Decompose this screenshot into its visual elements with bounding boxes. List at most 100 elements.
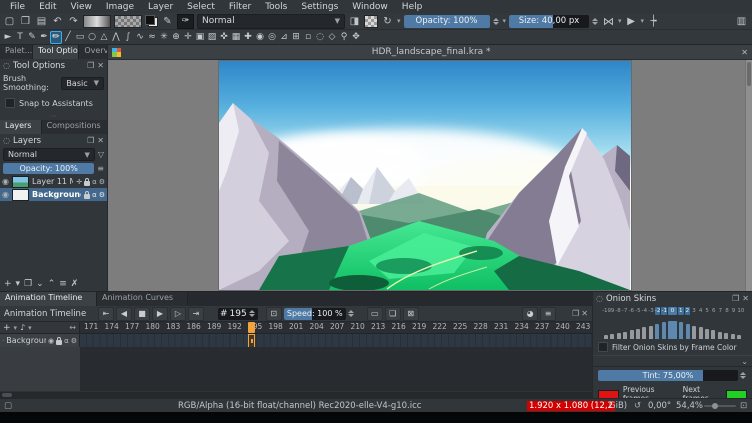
ellipse-tool[interactable]: ○ [86,31,98,44]
reload-preset-icon[interactable]: ↻ [381,15,394,28]
bezier-curve-tool[interactable]: ∫ [122,31,134,44]
opacity-slider[interactable]: Opacity: 100% [404,15,490,28]
multibrush-tool[interactable]: ✳ [158,31,170,44]
onion-offset[interactable]: -4 [642,307,648,315]
rectangular-selection-tool[interactable]: ▫ [302,31,314,44]
move-tool[interactable]: ✛ [182,31,194,44]
canvas-area[interactable] [108,60,752,291]
layer-properties-button[interactable]: ≡ [59,279,67,289]
onion-offset[interactable]: 2 [685,307,691,315]
tint-slider[interactable]: Tint: 75,00% [598,370,738,381]
current-frame-spinbox[interactable]: # 195 [218,308,258,320]
polyline-tool[interactable]: ⋀ [110,31,122,44]
menu-item[interactable]: Select [181,2,221,12]
rotation-icon[interactable]: ↺ [634,401,641,411]
eraser-mode-icon[interactable]: ◨ [348,15,361,28]
onion-offset[interactable]: -7 [622,307,628,315]
chevron-down-icon[interactable]: ▾ [397,17,401,25]
filter-icon[interactable]: ▽ [98,150,104,159]
drop-frames-icon[interactable]: ⊡ [266,307,282,321]
selection-status-icon[interactable]: ▢ [4,401,12,411]
stop-button[interactable]: ■ [134,307,150,321]
docker-lock-icon[interactable]: ◌ [596,294,603,303]
onion-opacity-slider[interactable] [649,326,653,339]
float-icon[interactable]: ❐ [87,61,94,70]
onion-offset[interactable]: -3 [648,307,654,315]
text-tool[interactable]: T [14,31,26,44]
transform-tool[interactable]: ⊕ [170,31,182,44]
onion-opacity-slider[interactable] [630,330,634,339]
snap-to-assistants-checkbox[interactable] [5,98,15,108]
move-layer-down-button[interactable]: ⌄ [36,279,44,289]
add-keyframe-button[interactable]: + [3,323,11,333]
onion-offset[interactable]: -6 [628,307,634,315]
close-icon[interactable]: ✕ [97,61,104,70]
smart-patch-tool[interactable]: ✚ [242,31,254,44]
menu-item[interactable]: Help [396,2,429,12]
layer-row-selected[interactable]: ◉ Background α⚙ [0,188,107,201]
layer-opacity-slider[interactable]: Opacity: 100% [3,163,94,174]
onion-offset[interactable]: -10 [602,307,608,315]
delete-layer-button[interactable]: ✗ [71,279,79,289]
onion-offset[interactable]: -5 [635,307,641,315]
zoom-tool[interactable]: ⚲ [338,31,350,44]
elliptical-selection-tool[interactable]: ◌ [314,31,326,44]
onion-offset[interactable]: 4 [698,307,704,315]
onion-opacity-slider[interactable] [662,322,666,339]
menu-item[interactable]: Tools [259,2,293,12]
onion-offset[interactable]: 6 [711,307,717,315]
assistants-tool[interactable]: ⊿ [278,31,290,44]
new-document-icon[interactable]: ▢ [3,15,16,28]
edit-brush-settings-icon[interactable]: ✎ [161,15,174,28]
mirror-icon[interactable]: ⋈ [602,15,615,28]
menu-item[interactable]: Settings [295,2,344,12]
onion-offset[interactable]: 10 [737,307,743,315]
gradient-tool[interactable]: ▨ [206,31,218,44]
onion-offset[interactable]: 8 [724,307,730,315]
freehand-path-tool[interactable]: ∿ [134,31,146,44]
polygon-tool[interactable]: △ [98,31,110,44]
next-frame-button[interactable]: ▷ [170,307,186,321]
pattern-chooser[interactable] [114,15,142,28]
color-sampler-tool[interactable]: ✜ [218,31,230,44]
float-icon[interactable]: ❐ [572,309,579,318]
preserve-alpha-icon[interactable] [364,15,378,28]
onion-opacity-slider[interactable] [699,327,703,339]
zoom-level-status[interactable]: 54,4% [676,401,703,411]
timeline-track-row[interactable]: · Background ◉α⚙ [0,334,592,348]
workspaces-icon[interactable]: ▥ [735,15,748,28]
canvas-image[interactable] [219,61,631,290]
brush-size-slider[interactable]: Size: 40,00 px [509,15,589,28]
calligraphy-tool[interactable]: ✒ [38,31,50,44]
zoom-slider[interactable] [704,405,736,407]
wraparound-mode-icon[interactable]: ▶ [625,15,638,28]
menu-item[interactable]: View [65,2,98,12]
onion-opacity-slider[interactable] [718,332,722,339]
chevron-down-icon[interactable]: ▾ [618,17,622,25]
add-layer-dropdown[interactable]: ▾ [16,279,21,289]
move-layer-up-button[interactable]: ⌃ [48,279,56,289]
edit-shapes-tool[interactable]: ✎ [26,31,38,44]
onion-opacity-slider[interactable] [610,334,614,339]
audio-options-button[interactable]: ♪ [20,323,25,332]
close-icon[interactable]: ✕ [97,136,104,145]
float-icon[interactable]: ❐ [732,294,739,303]
onion-opacity-slider[interactable] [617,333,621,339]
menu-icon[interactable]: ≡ [97,164,104,173]
remove-frame-button[interactable]: ⊠ [403,307,419,321]
subwindow-titlebar[interactable]: HDR_landscape_final.kra * ✕ [108,45,752,60]
menu-item[interactable]: File [4,2,31,12]
onion-opacity-slider[interactable] [737,335,741,339]
select-shapes-tool[interactable]: ► [2,31,14,44]
duplicate-layer-button[interactable]: ❐ [24,279,32,289]
line-tool[interactable]: ╱ [62,31,74,44]
speed-stepper[interactable] [348,310,355,317]
timeline-ruler[interactable]: 1711741771801831861891921951982012042072… [0,322,592,334]
add-layer-button[interactable]: + [4,279,12,289]
brush-size-stepper[interactable] [592,18,599,25]
menu-item[interactable]: Window [346,2,394,12]
docker-lock-icon[interactable]: ◌ [3,136,10,145]
layer-blending-mode-select[interactable]: Normal▼ [3,148,95,161]
onion-opacity-slider[interactable] [692,326,696,339]
onion-offset[interactable]: -8 [615,307,621,315]
